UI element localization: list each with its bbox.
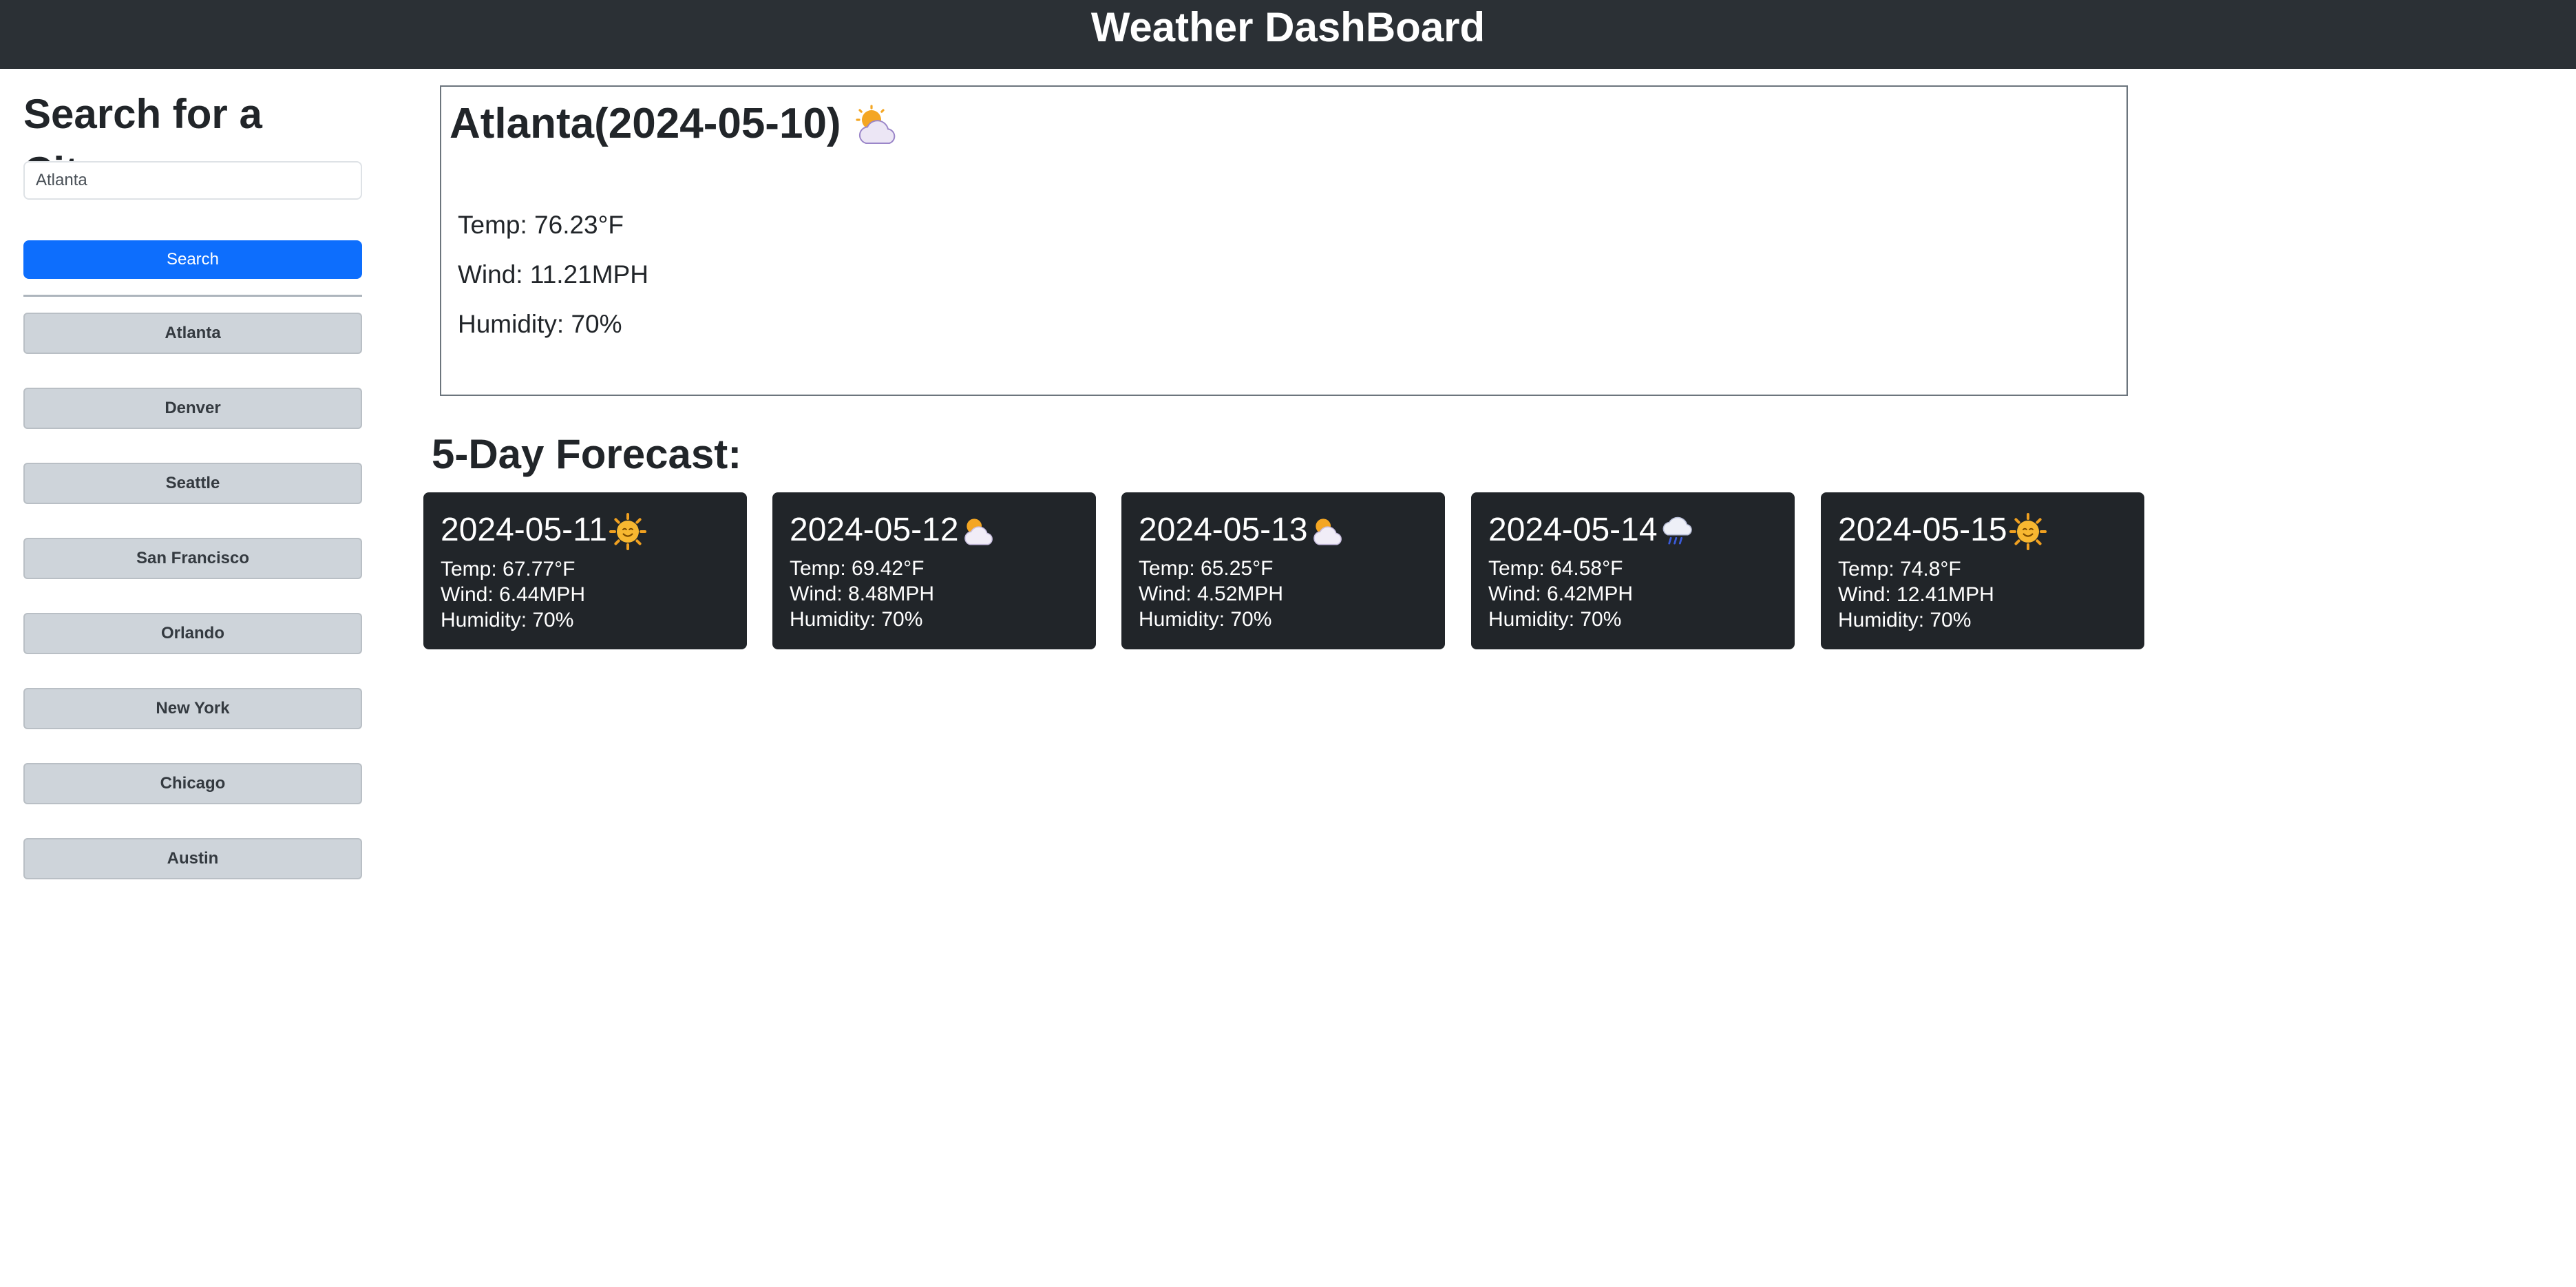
- sun-icon: [2009, 512, 2047, 551]
- city-search-input[interactable]: [23, 161, 362, 200]
- history-city-button[interactable]: Atlanta: [23, 313, 362, 354]
- history-city-button[interactable]: Denver: [23, 388, 362, 429]
- search-button[interactable]: Search: [23, 240, 362, 279]
- forecast-temp: Temp: 64.58°F: [1488, 557, 1623, 580]
- forecast-humidity: Humidity: 70%: [441, 609, 574, 632]
- forecast-card: 2024-05-14 Temp: 64.58°F Wind: 6.42MPH H…: [1471, 492, 1795, 649]
- history-city-button[interactable]: New York: [23, 688, 362, 729]
- current-humidity: Humidity: 70%: [458, 310, 622, 338]
- current-city-date: Atlanta(2024-05-10): [450, 100, 841, 147]
- app-header: Weather DashBoard: [0, 0, 2576, 69]
- forecast-cards: 2024-05-11 Temp: 67.77°F Wind: 6.44MPH H…: [423, 492, 2144, 649]
- forecast-card: 2024-05-11 Temp: 67.77°F Wind: 6.44MPH H…: [423, 492, 747, 649]
- partly-cloudy-icon: [1309, 514, 1348, 549]
- forecast-date: 2024-05-12: [790, 512, 959, 548]
- forecast-wind: Wind: 8.48MPH: [790, 583, 935, 605]
- partly-cloudy-icon: [854, 105, 903, 149]
- history-city-button[interactable]: Austin: [23, 838, 362, 879]
- forecast-card: 2024-05-15 Temp: 74.8°F Wind: 12.41MPH H…: [1821, 492, 2144, 649]
- forecast-wind: Wind: 6.44MPH: [441, 583, 586, 607]
- forecast-card-title: 2024-05-13: [1139, 510, 1428, 550]
- forecast-date: 2024-05-15: [1838, 512, 2007, 548]
- forecast-temp: Temp: 67.77°F: [441, 558, 576, 581]
- sidebar-divider: [23, 295, 362, 297]
- current-weather-heading: Atlanta(2024-05-10): [450, 96, 903, 151]
- forecast-humidity: Humidity: 70%: [1838, 609, 1972, 632]
- search-history-list: Atlanta Denver Seattle San Francisco Orl…: [23, 313, 362, 913]
- history-city-button[interactable]: Orlando: [23, 613, 362, 654]
- history-city-button[interactable]: Seattle: [23, 463, 362, 504]
- forecast-card-title: 2024-05-15: [1838, 510, 2127, 551]
- partly-cloudy-icon: [960, 514, 999, 549]
- forecast-humidity: Humidity: 70%: [790, 608, 923, 631]
- forecast-temp: Temp: 74.8°F: [1838, 558, 1961, 581]
- current-temp: Temp: 76.23°F: [458, 211, 624, 239]
- app-title: Weather DashBoard: [1090, 4, 1486, 50]
- forecast-temp: Temp: 69.42°F: [790, 557, 925, 580]
- forecast-card: 2024-05-13 Temp: 65.25°F Wind: 4.52MPH H…: [1121, 492, 1445, 649]
- current-weather-panel: Atlanta(2024-05-10) Temp: 76.23°F Wind: …: [440, 85, 2128, 396]
- history-city-button[interactable]: Chicago: [23, 763, 362, 804]
- forecast-date: 2024-05-11: [441, 512, 607, 548]
- forecast-humidity: Humidity: 70%: [1488, 608, 1622, 631]
- forecast-date: 2024-05-13: [1139, 512, 1308, 548]
- forecast-wind: Wind: 6.42MPH: [1488, 583, 1634, 605]
- sidebar: Search for a City: Search Atlanta Denver…: [23, 85, 362, 879]
- forecast-humidity: Humidity: 70%: [1139, 608, 1272, 631]
- forecast-date: 2024-05-14: [1488, 512, 1658, 548]
- rain-icon: [1659, 514, 1698, 549]
- forecast-card: 2024-05-12 Temp: 69.42°F Wind: 8.48MPH H…: [772, 492, 1096, 649]
- sun-icon: [609, 512, 647, 551]
- current-wind: Wind: 11.21MPH: [458, 260, 648, 289]
- forecast-heading: 5-Day Forecast:: [432, 431, 742, 477]
- forecast-wind: Wind: 4.52MPH: [1139, 583, 1284, 605]
- forecast-wind: Wind: 12.41MPH: [1838, 583, 1994, 607]
- history-city-button[interactable]: San Francisco: [23, 538, 362, 579]
- forecast-card-title: 2024-05-14: [1488, 510, 1777, 550]
- forecast-temp: Temp: 65.25°F: [1139, 557, 1274, 580]
- forecast-card-title: 2024-05-12: [790, 510, 1079, 550]
- forecast-card-title: 2024-05-11: [441, 510, 730, 551]
